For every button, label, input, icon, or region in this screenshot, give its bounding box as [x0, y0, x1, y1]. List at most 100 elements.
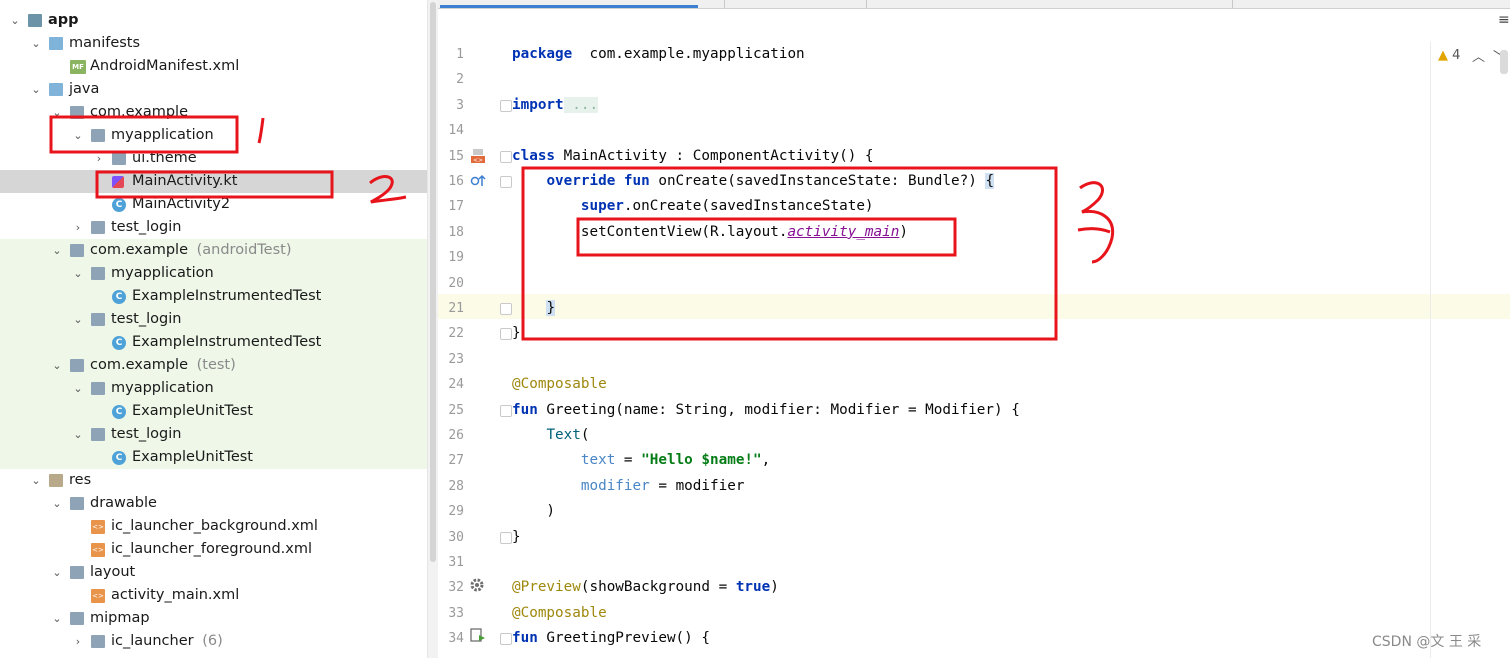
tree-row[interactable]: ⌄ myapplication — [0, 124, 430, 147]
fold-marker-icon[interactable] — [500, 303, 512, 315]
tree-row[interactable]: › test_login — [0, 216, 430, 239]
tab-active-indicator[interactable] — [440, 5, 698, 8]
kotlin-class-icon: C — [112, 198, 126, 212]
chevron-up-icon[interactable]: ︿ — [1472, 50, 1493, 65]
code-line[interactable]: class MainActivity : ComponentActivity()… — [512, 144, 874, 169]
chevron-right-icon[interactable]: › — [92, 147, 106, 170]
scrollbar-thumb[interactable] — [430, 2, 436, 562]
code-line[interactable]: fun GreetingPreview() { — [512, 626, 710, 651]
inspection-warnings[interactable]: ▲ 4 — [1438, 48, 1460, 63]
project-tree-scrollbar[interactable] — [427, 0, 438, 658]
fold-marker-icon[interactable] — [500, 328, 512, 341]
tree-item-label: app — [48, 12, 79, 28]
code-line[interactable]: @Composable — [512, 372, 607, 397]
tree-row[interactable]: ⌄ drawable — [0, 492, 430, 515]
code-line[interactable]: ) — [512, 499, 555, 524]
tree-row[interactable]: ⌄ res — [0, 469, 430, 492]
code-line[interactable]: Text( — [512, 423, 589, 448]
run-preview-icon[interactable] — [470, 627, 486, 643]
chevron-down-icon[interactable]: ⌄ — [29, 32, 43, 55]
code-line[interactable]: super.onCreate(savedInstanceState) — [512, 194, 874, 219]
svg-text:<>: <> — [473, 157, 483, 164]
tabs-menu-icon[interactable]: ≡ — [1498, 12, 1510, 28]
line-number: 19 — [448, 250, 464, 266]
tree-row[interactable]: › ui.theme — [0, 147, 430, 170]
code-line[interactable]: modifier = modifier — [512, 474, 745, 499]
code-token: class — [512, 147, 556, 164]
chevron-down-icon[interactable]: ⌄ — [50, 239, 64, 262]
chevron-down-icon[interactable]: ⌄ — [71, 377, 85, 400]
tree-row[interactable]: ⌄ com.example (test) — [0, 354, 430, 377]
fold-marker-icon[interactable] — [500, 176, 512, 188]
chevron-down-icon[interactable]: ⌄ — [50, 354, 64, 377]
code-line[interactable]: override fun onCreate(savedInstanceState… — [512, 169, 995, 194]
chevron-down-icon[interactable]: ⌄ — [71, 308, 85, 331]
tree-row[interactable]: <> ic_launcher_background.xml — [0, 515, 430, 538]
tree-row[interactable]: <> ic_launcher_foreground.xml — [0, 538, 430, 561]
code-line[interactable]: } — [512, 321, 521, 346]
tree-row[interactable]: <> activity_main.xml — [0, 584, 430, 607]
tree-row[interactable]: ⌄ com.example (androidTest) — [0, 239, 430, 262]
tree-row[interactable]: C ExampleUnitTest — [0, 400, 430, 423]
code-line[interactable]: fun Greeting(name: String, modifier: Mod… — [512, 398, 1020, 423]
tree-row[interactable]: ⌄ java — [0, 78, 430, 101]
chevron-down-icon[interactable]: ⌄ — [29, 78, 43, 101]
tree-row[interactable]: MainActivity.kt — [0, 170, 430, 193]
chevron-right-icon[interactable]: › — [71, 216, 85, 239]
override-method-icon[interactable] — [470, 173, 486, 189]
tree-row[interactable]: MF AndroidManifest.xml — [0, 55, 430, 78]
preview-settings-icon[interactable] — [469, 577, 485, 593]
chevron-down-icon[interactable]: ⌄ — [71, 262, 85, 285]
tree-item-label: ui.theme — [132, 150, 197, 166]
fold-marker-icon[interactable] — [500, 633, 512, 646]
fold-marker-icon[interactable] — [500, 531, 512, 544]
tree-row[interactable]: ⌄ app — [0, 9, 430, 32]
chevron-down-icon[interactable]: ⌄ — [50, 101, 64, 124]
tree-row[interactable]: ⌄ manifests — [0, 32, 430, 55]
tree-item-label: layout — [90, 564, 136, 580]
tree-row[interactable]: C ExampleUnitTest — [0, 446, 430, 469]
fold-marker-icon[interactable] — [500, 404, 512, 417]
chevron-down-icon[interactable]: ⌄ — [50, 492, 64, 515]
code-line[interactable]: @Composable — [512, 601, 607, 626]
tree-row[interactable]: ⌄ myapplication — [0, 262, 430, 285]
code-line[interactable]: import ... — [512, 93, 599, 118]
fold-marker-icon[interactable] — [500, 150, 512, 163]
tree-row[interactable]: ⌄ layout — [0, 561, 430, 584]
line-number: 26 — [448, 428, 464, 443]
line-number: 3 — [456, 97, 464, 113]
tree-row[interactable]: ⌄ myapplication — [0, 377, 430, 400]
code-line[interactable]: package com.example.myapplication — [512, 42, 805, 67]
tree-row[interactable]: ⌄ test_login — [0, 308, 430, 331]
tree-row[interactable]: ⌄ mipmap — [0, 607, 430, 630]
tree-row[interactable]: C MainActivity2 — [0, 193, 430, 216]
tree-item-label: myapplication — [111, 265, 214, 281]
tree-row[interactable]: C ExampleInstrumentedTest — [0, 285, 430, 308]
code-line[interactable]: } — [512, 296, 556, 321]
chevron-right-icon[interactable]: › — [71, 630, 85, 653]
line-number: 31 — [448, 555, 464, 570]
chevron-down-icon[interactable]: ⌄ — [71, 124, 85, 147]
tree-row[interactable]: › ic_launcher (6) — [0, 630, 430, 653]
tree-row[interactable]: C ExampleInstrumentedTest — [0, 331, 430, 354]
tree-row[interactable]: ⌄ test_login — [0, 423, 430, 446]
code-line[interactable]: @Preview(showBackground = true) — [512, 575, 779, 600]
editor-scrollbar-thumb[interactable] — [1500, 50, 1508, 74]
code-line[interactable]: } — [512, 525, 521, 550]
chevron-down-icon[interactable]: ⌄ — [50, 561, 64, 584]
line-number: 27 — [448, 453, 464, 469]
chevron-down-icon[interactable]: ⌄ — [50, 607, 64, 630]
run-activity-icon[interactable]: <> — [470, 148, 486, 164]
chevron-down-icon[interactable]: ⌄ — [8, 9, 22, 32]
code-editor[interactable] — [500, 42, 1510, 658]
code-line[interactable]: setContentView(R.layout.activity_main) — [512, 220, 908, 245]
fold-marker-icon[interactable] — [500, 99, 512, 112]
tree-row[interactable]: ⌄ com.example — [0, 101, 430, 124]
chevron-down-icon[interactable]: ⌄ — [71, 423, 85, 446]
code-line[interactable]: text = "Hello $name!", — [512, 448, 770, 473]
chevron-down-icon[interactable]: ⌄ — [29, 469, 43, 492]
line-number: 23 — [448, 351, 464, 367]
code-token: @Composable — [512, 376, 607, 393]
